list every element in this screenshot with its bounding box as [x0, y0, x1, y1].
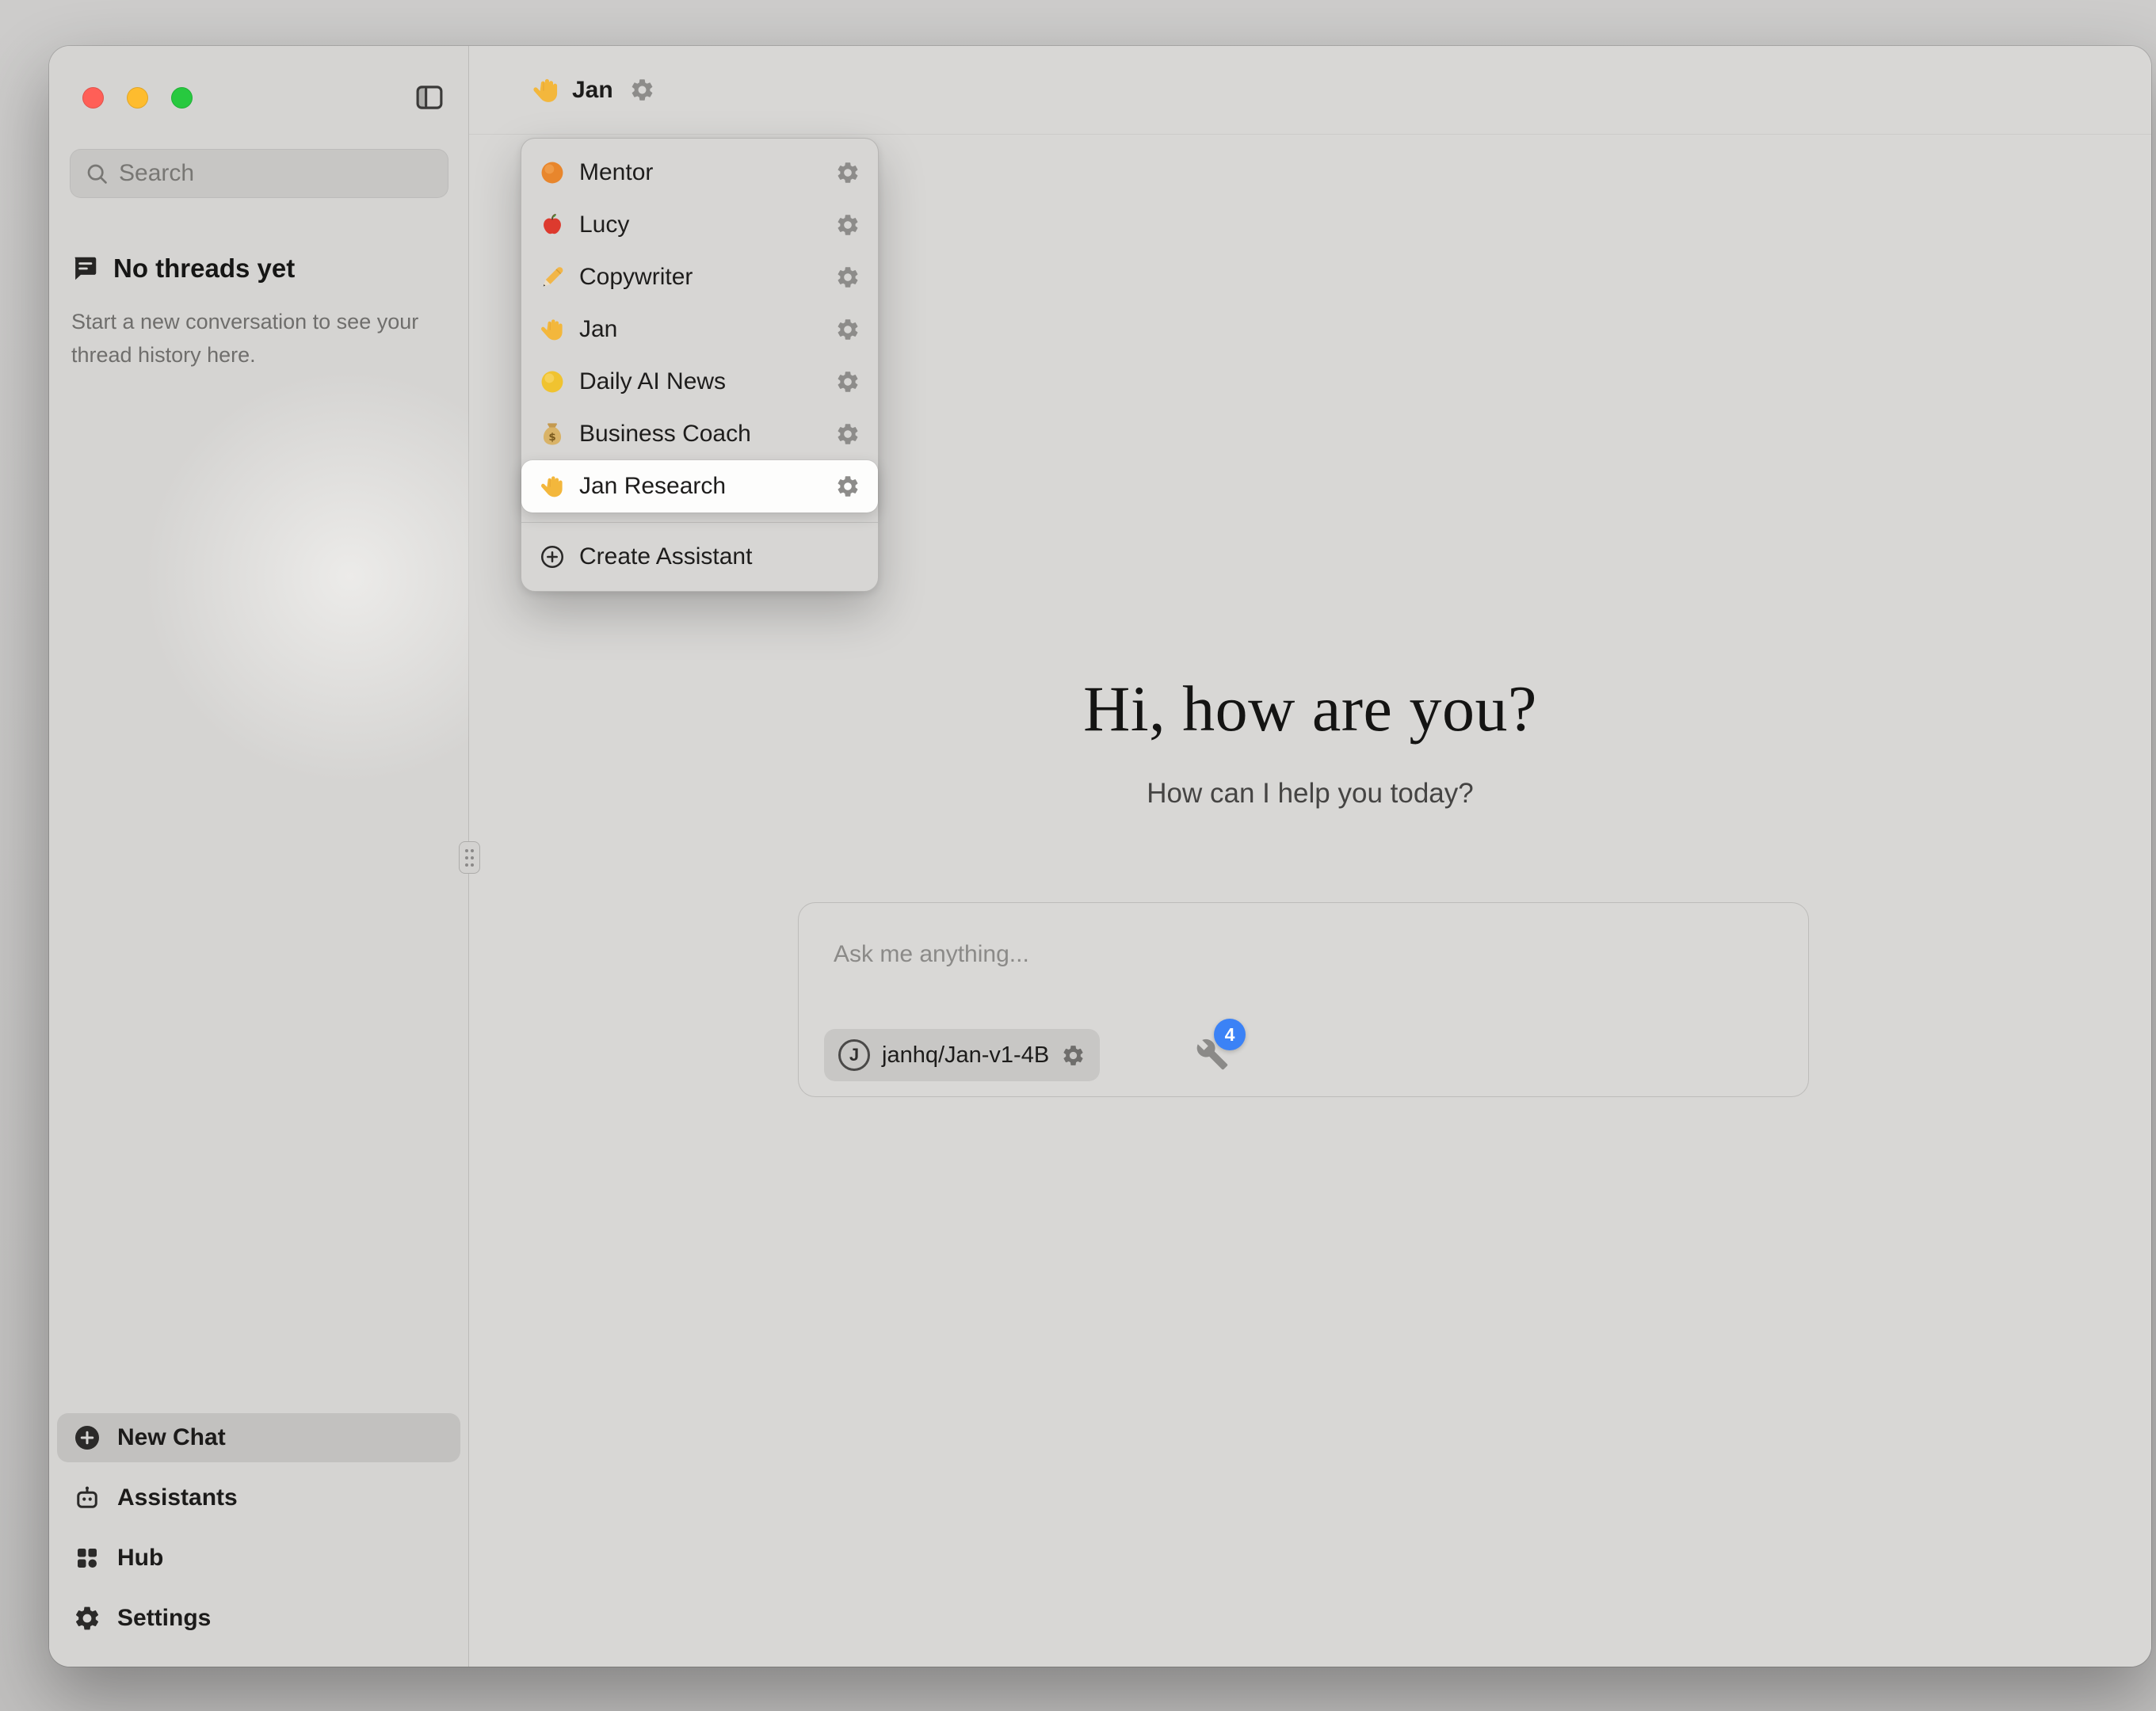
empty-state-title: No threads yet [113, 253, 295, 284]
yellow-circle-emoji-icon [539, 368, 566, 395]
assistant-dropdown-menu: Mentor Lucy Copywriter Jan Daily AI [521, 138, 879, 592]
waving-hand-icon [531, 75, 561, 105]
menu-item-jan-research[interactable]: Jan Research [521, 460, 878, 513]
gear-icon [73, 1604, 101, 1633]
chat-input-placeholder: Ask me anything... [834, 941, 1029, 968]
menu-divider [521, 522, 878, 523]
greeting: Hi, how are you? How can I help you toda… [469, 676, 2151, 810]
threads-empty-title: No threads yet [70, 253, 295, 284]
chat-input-card[interactable]: Ask me anything... J janhq/Jan-v1-4B 4 [798, 902, 1809, 1097]
gear-icon[interactable] [835, 369, 860, 394]
window-controls [82, 87, 193, 109]
menu-item-jan[interactable]: Jan [521, 303, 878, 356]
nav-label: New Chat [117, 1424, 226, 1451]
sidebar-item-hub[interactable]: Hub [57, 1534, 460, 1583]
model-name: janhq/Jan-v1-4B [882, 1042, 1049, 1069]
tools-count-badge: 4 [1214, 1019, 1246, 1050]
menu-item-label: Jan Research [579, 473, 822, 500]
gear-icon[interactable] [835, 212, 860, 238]
menu-item-label: Business Coach [579, 421, 822, 448]
plus-circle-icon [73, 1423, 101, 1452]
menu-item-label: Jan [579, 316, 822, 343]
gear-icon[interactable] [835, 317, 860, 342]
chat-bubble-icon [70, 253, 100, 284]
app-window: No threads yet Start a new conversation … [49, 46, 2151, 1667]
assistant-settings-gear-icon[interactable] [629, 77, 655, 103]
close-button[interactable] [82, 87, 104, 109]
empty-state-description: Start a new conversation to see your thr… [71, 306, 422, 372]
menu-item-lucy[interactable]: Lucy [521, 199, 878, 251]
create-assistant-button[interactable]: Create Assistant [521, 531, 878, 583]
gear-icon[interactable] [835, 474, 860, 499]
greeting-title: Hi, how are you? [469, 676, 2151, 741]
model-settings-gear-icon[interactable] [1061, 1043, 1086, 1068]
zoom-button[interactable] [171, 87, 193, 109]
hub-grid-icon [73, 1544, 101, 1572]
sidebar-resize-handle[interactable] [459, 841, 480, 874]
greeting-subtitle: How can I help you today? [469, 778, 2151, 810]
waving-hand-emoji-icon [539, 316, 566, 343]
menu-item-daily-ai-news[interactable]: Daily AI News [521, 356, 878, 408]
menu-item-label: Daily AI News [579, 368, 822, 395]
model-avatar: J [838, 1039, 870, 1071]
gear-icon[interactable] [835, 421, 860, 447]
gear-icon[interactable] [835, 265, 860, 290]
search-box[interactable] [70, 149, 448, 198]
menu-item-mentor[interactable]: Mentor [521, 147, 878, 199]
menu-item-label: Mentor [579, 159, 822, 186]
red-apple-emoji-icon [539, 211, 566, 238]
assistant-selector[interactable]: Jan [469, 46, 2151, 135]
assistant-icon [73, 1484, 101, 1512]
sidebar-nav: New Chat Assistants Hub Settings [57, 1413, 460, 1643]
sidebar-item-settings[interactable]: Settings [57, 1594, 460, 1643]
menu-item-label: Copywriter [579, 264, 822, 291]
search-icon [84, 161, 109, 186]
minimize-button[interactable] [127, 87, 148, 109]
gear-icon[interactable] [835, 160, 860, 185]
model-selector[interactable]: J janhq/Jan-v1-4B [824, 1029, 1100, 1081]
money-bag-emoji-icon [539, 421, 566, 448]
sidebar: No threads yet Start a new conversation … [49, 46, 469, 1667]
sidebar-toggle-icon[interactable] [413, 81, 446, 114]
create-assistant-label: Create Assistant [579, 543, 860, 570]
main-area: Jan Mentor Lucy Copywriter Ja [469, 46, 2151, 1667]
nav-label: Assistants [117, 1484, 238, 1511]
menu-item-label: Lucy [579, 211, 822, 238]
sidebar-item-new-chat[interactable]: New Chat [57, 1413, 460, 1462]
waving-hand-emoji-icon [539, 473, 566, 500]
pencil-emoji-icon [539, 264, 566, 291]
plus-circle-icon [539, 543, 566, 570]
menu-item-copywriter[interactable]: Copywriter [521, 251, 878, 303]
current-assistant-label: Jan [572, 77, 613, 104]
nav-label: Settings [117, 1605, 211, 1632]
search-input[interactable] [119, 160, 434, 187]
orange-circle-emoji-icon [539, 159, 566, 186]
menu-item-business-coach[interactable]: Business Coach [521, 408, 878, 460]
nav-label: Hub [117, 1545, 163, 1572]
sidebar-item-assistants[interactable]: Assistants [57, 1473, 460, 1522]
